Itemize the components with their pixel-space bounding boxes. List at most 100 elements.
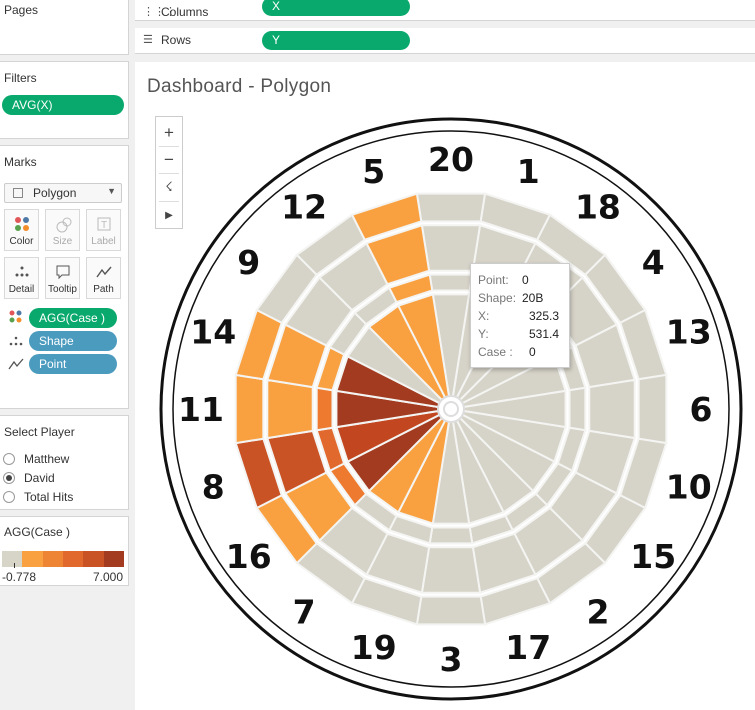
label-button[interactable]: T Label bbox=[86, 209, 121, 251]
tooltip-row: Point: 0 bbox=[478, 273, 568, 289]
filter-pill-avg-x[interactable]: AVG(X) bbox=[2, 95, 124, 115]
tooltip-row: Case : 0 bbox=[478, 345, 568, 361]
player-option-label: David bbox=[24, 471, 55, 485]
sector-number-label: 17 bbox=[505, 628, 551, 667]
pin-reset-icon[interactable]: ☇ bbox=[156, 174, 182, 200]
rows-shelf-label: Rows bbox=[161, 33, 192, 47]
mark-tooltip: Point: 0 Shape: 20B X: 325.3 Y: 531.4 Case :… bbox=[470, 263, 570, 368]
sector-20-triple[interactable] bbox=[428, 273, 474, 292]
sector-3-double[interactable] bbox=[415, 595, 487, 626]
tooltip-key: Y: bbox=[478, 327, 489, 341]
rows-icon: ☰ bbox=[143, 34, 153, 46]
color-legend-title: AGG(Case ) bbox=[4, 525, 71, 539]
zoom-out-icon[interactable]: − bbox=[156, 147, 182, 173]
sector-6-outer-single[interactable] bbox=[588, 378, 636, 440]
select-player-title: Select Player bbox=[4, 425, 75, 439]
chevron-down-icon: ▼ bbox=[107, 186, 116, 196]
left-panel-empty bbox=[0, 592, 129, 710]
sector-number-label: 2 bbox=[586, 592, 609, 631]
rows-pill-y[interactable]: Y bbox=[262, 31, 410, 50]
tooltip-row: X: 325.3 bbox=[478, 309, 568, 325]
dashboard-view: Dashboard - Polygon 20 1 18 4 13 6 10 15 2 17 3 19 7… bbox=[135, 62, 755, 710]
sector-number-label: 4 bbox=[642, 243, 665, 282]
size-button[interactable]: Size bbox=[45, 209, 80, 251]
rows-shelf[interactable]: ☰ Rows Y bbox=[135, 28, 755, 54]
tooltip-icon bbox=[56, 265, 70, 280]
sector-20-double[interactable] bbox=[415, 192, 487, 223]
tooltip-value: 325.3 bbox=[529, 309, 560, 323]
detail-icon bbox=[15, 266, 29, 277]
size-button-label: Size bbox=[52, 236, 73, 247]
sector-11-outer-single[interactable] bbox=[266, 378, 314, 440]
color-ramp-step bbox=[22, 551, 43, 567]
tooltip-value: 0 bbox=[529, 345, 536, 359]
sector-11-triple[interactable] bbox=[315, 386, 334, 432]
sector-number-label: 15 bbox=[630, 537, 676, 576]
sector-3-outer-single[interactable] bbox=[420, 546, 482, 594]
tooltip-button[interactable]: Tooltip bbox=[45, 257, 80, 299]
sector-3-triple[interactable] bbox=[428, 526, 474, 545]
play-icon[interactable]: ▶ bbox=[156, 203, 182, 229]
dashboard-title: Dashboard - Polygon bbox=[147, 76, 332, 97]
path-button-label: Path bbox=[93, 284, 114, 295]
dartboard-chart[interactable]: 20 1 18 413 6 10 15 2 17 3 19 7 168 11 149 12 5 bbox=[158, 117, 753, 710]
color-legend-max: 7.000 bbox=[92, 570, 123, 584]
color-legend-min: -0.778 bbox=[2, 570, 37, 584]
sector-number-label: 20 bbox=[428, 140, 474, 179]
sector-11-double[interactable] bbox=[234, 373, 265, 445]
tooltip-key: X: bbox=[478, 309, 490, 323]
detail-button-label: Detail bbox=[8, 284, 35, 295]
svg-text:T: T bbox=[101, 220, 107, 231]
detail-field-icon bbox=[9, 336, 23, 346]
player-option-label: Matthew bbox=[24, 452, 70, 466]
sector-number-label: 9 bbox=[237, 243, 260, 282]
radio-button[interactable] bbox=[3, 453, 15, 465]
select-player-card: Select Player Matthew David Total Hits bbox=[0, 415, 129, 510]
sector-number-label: 12 bbox=[281, 188, 327, 227]
mark-type-dropdown[interactable]: Polygon ▼ bbox=[4, 183, 122, 203]
bullseye-inner[interactable] bbox=[443, 401, 459, 417]
tooltip-key: Shape: bbox=[478, 291, 517, 305]
label-icon: T bbox=[97, 217, 111, 231]
tooltip-row: Y: 531.4 bbox=[478, 327, 568, 343]
color-field-pill[interactable]: AGG(Case ) bbox=[29, 308, 117, 328]
sector-number-label: 10 bbox=[666, 467, 712, 506]
color-button[interactable]: Color bbox=[4, 209, 39, 251]
color-ramp-step bbox=[42, 551, 63, 567]
detail-field-pill[interactable]: Shape bbox=[29, 331, 117, 351]
sector-number-label: 5 bbox=[362, 152, 385, 191]
radio-button-selected[interactable] bbox=[3, 472, 15, 484]
filters-card[interactable]: Filters AVG(X) bbox=[0, 61, 129, 139]
color-legend-card: AGG(Case ) -0.778 7.000 bbox=[0, 516, 129, 586]
sector-number-label: 7 bbox=[293, 592, 316, 631]
sector-number-label: 13 bbox=[666, 313, 712, 352]
path-button[interactable]: Path bbox=[86, 257, 121, 299]
path-field-pill[interactable]: Point bbox=[29, 354, 117, 374]
sector-number-label: 1 bbox=[517, 152, 540, 191]
toolbar-divider bbox=[159, 201, 179, 202]
sector-number-label: 3 bbox=[440, 640, 463, 679]
path-icon bbox=[96, 266, 112, 278]
zoom-in-icon[interactable]: + bbox=[156, 120, 182, 146]
columns-shelf-label: Columns bbox=[161, 5, 209, 19]
radio-button[interactable] bbox=[3, 491, 15, 503]
tooltip-value: 531.4 bbox=[529, 327, 560, 341]
color-ramp-step bbox=[62, 551, 84, 567]
detail-button[interactable]: Detail bbox=[4, 257, 39, 299]
view-toolbar: + − ☇ ▶ bbox=[155, 116, 183, 229]
columns-shelf[interactable]: ⋮⋮⋮ Columns X bbox=[135, 0, 755, 21]
polygon-mark-icon bbox=[13, 188, 23, 198]
columns-pill-x[interactable]: X bbox=[262, 0, 410, 16]
tooltip-value: 20B bbox=[522, 291, 544, 305]
mark-type-label: Polygon bbox=[33, 186, 77, 200]
color-ramp[interactable] bbox=[2, 551, 124, 567]
sector-number-label: 11 bbox=[178, 390, 224, 429]
pages-card[interactable]: Pages bbox=[0, 0, 129, 55]
sector-number-label: 18 bbox=[575, 188, 621, 227]
sector-6-triple[interactable] bbox=[568, 386, 587, 432]
tooltip-value: 0 bbox=[522, 273, 529, 287]
tooltip-button-label: Tooltip bbox=[48, 284, 77, 295]
sector-number-label: 8 bbox=[202, 467, 225, 506]
sector-6-double[interactable] bbox=[637, 373, 668, 445]
marks-card: Marks Polygon ▼ Color Size T Label Detai… bbox=[0, 145, 129, 409]
